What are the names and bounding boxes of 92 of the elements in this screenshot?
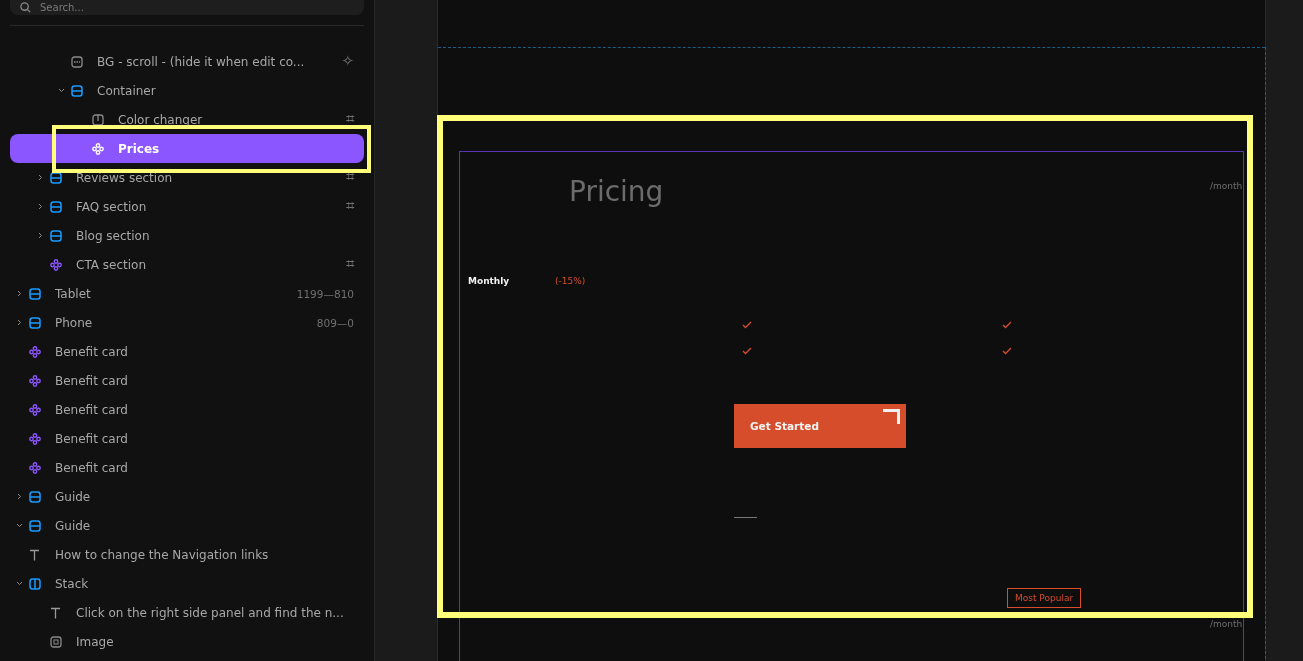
layer-item[interactable]: Reviews section ⌗	[10, 163, 364, 192]
image-icon	[50, 635, 62, 648]
search-field[interactable]: Search...	[10, 0, 364, 15]
layer-item[interactable]: CTA section ⌗	[10, 250, 364, 279]
chevron-right-icon[interactable]	[37, 203, 44, 210]
stack-icon	[29, 577, 41, 590]
breakpoint-range: 1199—810	[296, 287, 354, 300]
layer-name: Benefit card	[55, 460, 129, 475]
frame-icon	[29, 519, 41, 532]
layer-badge-icon: ✧	[341, 54, 354, 69]
get-started-button[interactable]: Get Started	[734, 404, 906, 448]
layer-item[interactable]: Guide	[10, 482, 364, 511]
chevron-down-icon[interactable]	[16, 522, 23, 529]
check-icon	[1002, 321, 1012, 329]
stack-icon	[92, 113, 104, 126]
layer-name: Benefit card	[55, 402, 129, 417]
frame-icon	[29, 316, 41, 329]
layer-name: Click on the right side panel and find the n...	[76, 605, 345, 620]
layer-name: How to change the Navigation links	[55, 547, 270, 562]
billing-toggle-label: Monthly	[468, 276, 510, 286]
text-icon	[50, 606, 61, 619]
frame-icon	[29, 490, 41, 503]
most-popular-badge: Most Popular	[1007, 588, 1082, 608]
layer-item[interactable]: Prices	[10, 134, 364, 163]
component-icon	[29, 403, 41, 416]
layer-item[interactable]: Guide	[10, 511, 364, 540]
frame-icon	[71, 84, 83, 97]
discount-label: (-15%)	[555, 276, 586, 286]
layer-item[interactable]: Color changer ⌗	[10, 105, 364, 134]
layer-item[interactable]: Phone 809—0	[10, 308, 364, 337]
background-layer-icon	[71, 55, 83, 68]
layer-name: Stack	[55, 576, 90, 591]
layer-badge-icon: ⌗	[346, 257, 354, 272]
layer-name: BG - scroll - (hide it when edit co...	[97, 54, 306, 69]
chevron-down-icon[interactable]	[16, 580, 23, 587]
check-icon	[742, 347, 752, 355]
chevron-right-icon[interactable]	[16, 493, 23, 500]
frame-icon	[50, 229, 62, 242]
pricing-heading: Pricing	[569, 175, 664, 208]
layer-name: Prices	[118, 141, 161, 156]
layer-name: Reviews section	[76, 170, 174, 185]
layer-name: CTA section	[76, 257, 148, 272]
component-icon	[29, 461, 41, 474]
layer-item[interactable]: Blog section	[10, 221, 364, 250]
search-icon	[20, 2, 31, 13]
layer-name: Container	[97, 83, 157, 98]
layer-name: Phone	[55, 315, 94, 330]
layer-name: Benefit card	[55, 431, 129, 446]
component-icon	[92, 142, 104, 155]
layer-item[interactable]: Benefit card	[10, 366, 364, 395]
layer-item[interactable]: Image	[10, 627, 364, 656]
component-icon	[29, 432, 41, 445]
layer-name: Blog section	[76, 228, 151, 243]
layer-item[interactable]: How to change the Navigation links	[10, 540, 364, 569]
layer-name: FAQ section	[76, 199, 148, 214]
frame-icon	[50, 200, 62, 213]
layer-name: Image	[76, 634, 115, 649]
layer-item[interactable]: FAQ section ⌗	[10, 192, 364, 221]
layer-item[interactable]: Benefit card	[10, 453, 364, 482]
component-icon	[50, 258, 62, 271]
layer-item[interactable]: Stack	[10, 569, 364, 598]
layer-name: Guide	[55, 518, 92, 533]
layer-item[interactable]: BG - scroll - (hide it when edit co... ✧	[10, 47, 364, 76]
component-icon	[29, 345, 41, 358]
frame-icon	[29, 287, 41, 300]
chevron-right-icon[interactable]	[16, 319, 23, 326]
layer-item[interactable]: Benefit card	[10, 337, 364, 366]
layer-badge-icon: ⌗	[346, 112, 354, 127]
component-icon	[29, 374, 41, 387]
layer-item[interactable]: Benefit card	[10, 395, 364, 424]
check-icon	[742, 321, 752, 329]
layer-name: Guide	[55, 489, 92, 504]
chevron-down-icon[interactable]	[58, 87, 65, 94]
layer-item[interactable]: Click on the right side panel and find the n...	[10, 598, 364, 627]
chevron-right-icon[interactable]	[37, 232, 44, 239]
layer-item[interactable]: Tablet 1199—810	[10, 279, 364, 308]
check-icon	[1002, 347, 1012, 355]
chevron-right-icon[interactable]	[37, 174, 44, 181]
layer-item[interactable]: Container	[10, 76, 364, 105]
price-unit: /month	[1210, 181, 1243, 191]
layer-badge-icon: ⌗	[346, 199, 354, 214]
layer-name: Tablet	[55, 286, 92, 301]
layer-item[interactable]: Benefit card	[10, 424, 364, 453]
frame-icon	[50, 171, 62, 184]
layer-badge-icon: ⌗	[346, 170, 354, 185]
price-unit: /month	[1210, 619, 1243, 629]
layer-name: Color changer	[118, 112, 204, 127]
layer-name: Benefit card	[55, 373, 129, 388]
layer-name: Benefit card	[55, 344, 129, 359]
text-icon	[29, 548, 40, 561]
breakpoint-range: 809—0	[316, 316, 354, 329]
chevron-right-icon[interactable]	[16, 290, 23, 297]
